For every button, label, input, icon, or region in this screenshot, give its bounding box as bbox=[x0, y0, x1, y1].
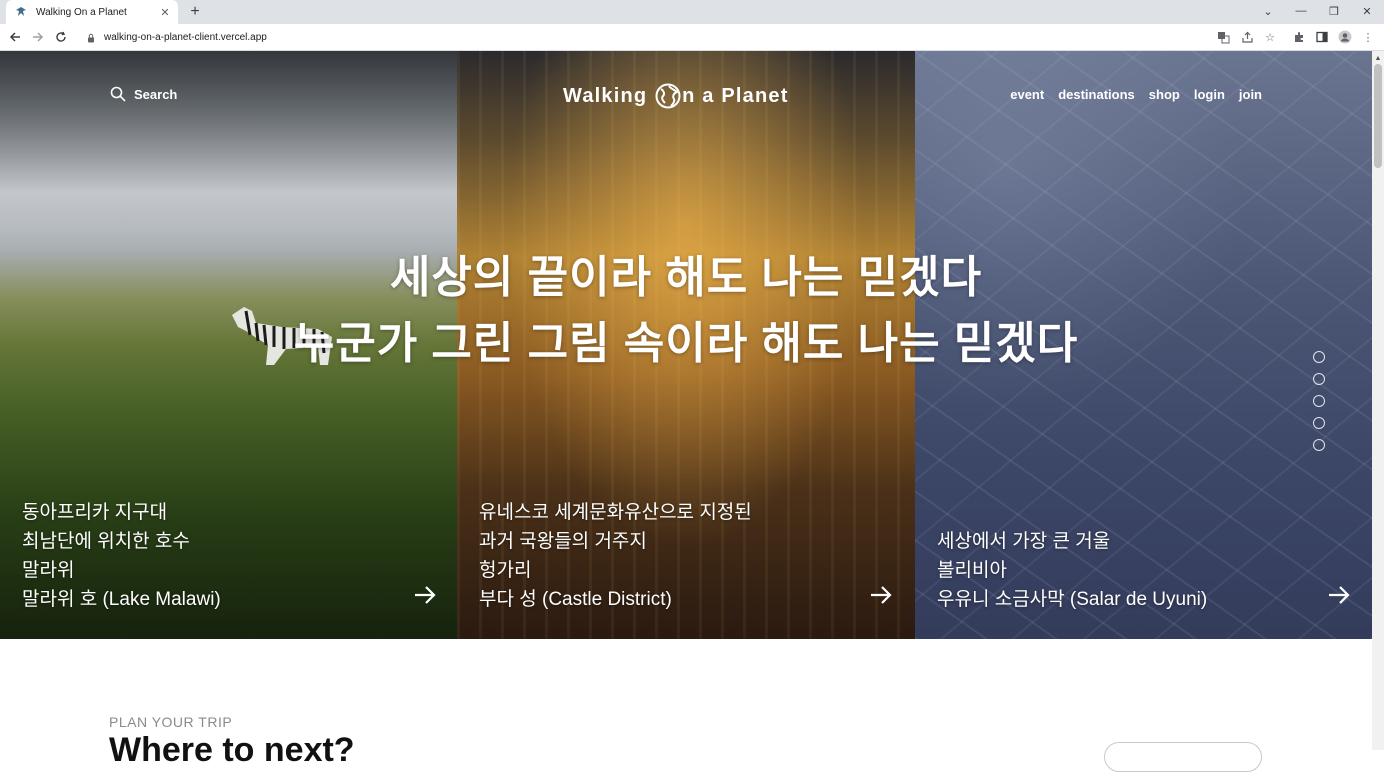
forward-icon[interactable] bbox=[29, 28, 47, 46]
nav-event[interactable]: event bbox=[1010, 87, 1044, 102]
caption-place: 부다 성 (Castle District) bbox=[479, 589, 672, 610]
browser-tab-bar: Walking On a Planet ✕ + ⌄ — ❐ ✕ bbox=[0, 0, 1384, 24]
lock-icon bbox=[88, 33, 94, 42]
hero-headline-line2: 누군가 그린 그림 속이라 해도 나는 믿겠다 bbox=[293, 319, 1079, 368]
star-icon[interactable]: ☆ bbox=[1261, 28, 1279, 46]
caption-line: 동아프리카 지구대 bbox=[22, 502, 168, 523]
arrow-right-icon[interactable] bbox=[868, 582, 894, 608]
caption-line: 과거 국왕들의 거주지 bbox=[479, 531, 647, 552]
carousel-dot[interactable] bbox=[1313, 439, 1325, 451]
arrow-right-icon[interactable] bbox=[1326, 582, 1352, 608]
extensions-icon[interactable] bbox=[1290, 28, 1308, 46]
site-favicon-icon bbox=[16, 7, 26, 16]
translate-icon[interactable] bbox=[1214, 28, 1232, 46]
tab-title: Walking On a Planet bbox=[36, 6, 127, 18]
carousel-dot[interactable] bbox=[1313, 351, 1325, 363]
carousel-dot[interactable] bbox=[1313, 417, 1325, 429]
carousel-pagination bbox=[1313, 351, 1325, 451]
caption-country: 헝가리 bbox=[479, 560, 532, 581]
caption-country: 볼리비아 bbox=[937, 560, 1007, 581]
caption-country: 말라위 bbox=[22, 560, 75, 581]
side-panel-icon[interactable] bbox=[1313, 28, 1331, 46]
nav-shop[interactable]: shop bbox=[1149, 87, 1180, 102]
restore-icon[interactable]: ❐ bbox=[1324, 3, 1344, 19]
hero-headline-line1: 세상의 끝이라 해도 나는 믿겠다 bbox=[389, 253, 983, 302]
scroll-up-icon[interactable]: ▲ bbox=[1374, 54, 1382, 62]
new-tab-button[interactable]: + bbox=[186, 3, 204, 21]
browser-tab[interactable]: Walking On a Planet ✕ bbox=[6, 0, 178, 24]
nav-destinations[interactable]: destinations bbox=[1058, 87, 1135, 102]
site-header: Search Walking n a Planet event destinat… bbox=[0, 51, 1372, 141]
minimize-icon[interactable]: — bbox=[1291, 3, 1311, 19]
globe-icon bbox=[655, 83, 681, 109]
profile-icon[interactable] bbox=[1336, 28, 1354, 46]
scrollbar-thumb[interactable] bbox=[1374, 64, 1382, 168]
chevron-down-icon[interactable]: ⌄ bbox=[1258, 3, 1278, 19]
back-icon[interactable] bbox=[6, 28, 24, 46]
main-nav: event destinations shop login join bbox=[1010, 87, 1262, 102]
nav-login[interactable]: login bbox=[1194, 87, 1225, 102]
caption-line: 최남단에 위치한 호수 bbox=[22, 531, 190, 552]
caption-place: 말라위 호 (Lake Malawi) bbox=[22, 589, 221, 610]
caption-line: 세상에서 가장 큰 거울 bbox=[937, 531, 1111, 552]
carousel-dot[interactable] bbox=[1313, 395, 1325, 407]
destination-caption-budapest: 유네스코 세계문화유산으로 지정된 과거 국왕들의 거주지 헝가리 부다 성 (… bbox=[479, 498, 752, 614]
share-icon[interactable] bbox=[1238, 28, 1256, 46]
site-logo[interactable]: Walking n a Planet bbox=[563, 83, 789, 109]
plan-section-kicker: PLAN YOUR TRIP bbox=[109, 714, 233, 730]
nav-join[interactable]: join bbox=[1239, 87, 1262, 102]
caption-line: 유네스코 세계문화유산으로 지정된 bbox=[479, 502, 752, 523]
carousel-dot[interactable] bbox=[1313, 373, 1325, 385]
logo-text-part2: n a Planet bbox=[682, 84, 789, 107]
logo-text-part1: Walking bbox=[563, 84, 655, 107]
menu-icon[interactable]: ⋮ bbox=[1359, 28, 1377, 46]
search-button[interactable]: Search bbox=[110, 86, 177, 102]
search-label: Search bbox=[134, 86, 178, 102]
caption-place: 우유니 소금사막 (Salar de Uyuni) bbox=[937, 589, 1208, 610]
search-icon bbox=[110, 86, 126, 102]
hero-carousel: Search Walking n a Planet event destinat… bbox=[0, 51, 1372, 639]
address-bar[interactable]: walking-on-a-planet-client.vercel.app bbox=[78, 27, 1278, 48]
plan-action-button[interactable] bbox=[1104, 742, 1262, 772]
tab-close-icon[interactable]: ✕ bbox=[158, 5, 172, 19]
plan-section-title: Where to next? bbox=[109, 731, 355, 769]
url-text: walking-on-a-planet-client.vercel.app bbox=[104, 32, 267, 43]
reload-icon[interactable] bbox=[52, 28, 70, 46]
destination-caption-uyuni: 세상에서 가장 큰 거울 볼리비아 우유니 소금사막 (Salar de Uyu… bbox=[937, 527, 1207, 614]
browser-toolbar: walking-on-a-planet-client.vercel.app ☆ … bbox=[0, 24, 1384, 51]
destination-caption-malawi: 동아프리카 지구대 최남단에 위치한 호수 말라위 말라위 호 (Lake Ma… bbox=[22, 498, 221, 614]
close-icon[interactable]: ✕ bbox=[1357, 3, 1377, 19]
arrow-right-icon[interactable] bbox=[412, 582, 438, 608]
